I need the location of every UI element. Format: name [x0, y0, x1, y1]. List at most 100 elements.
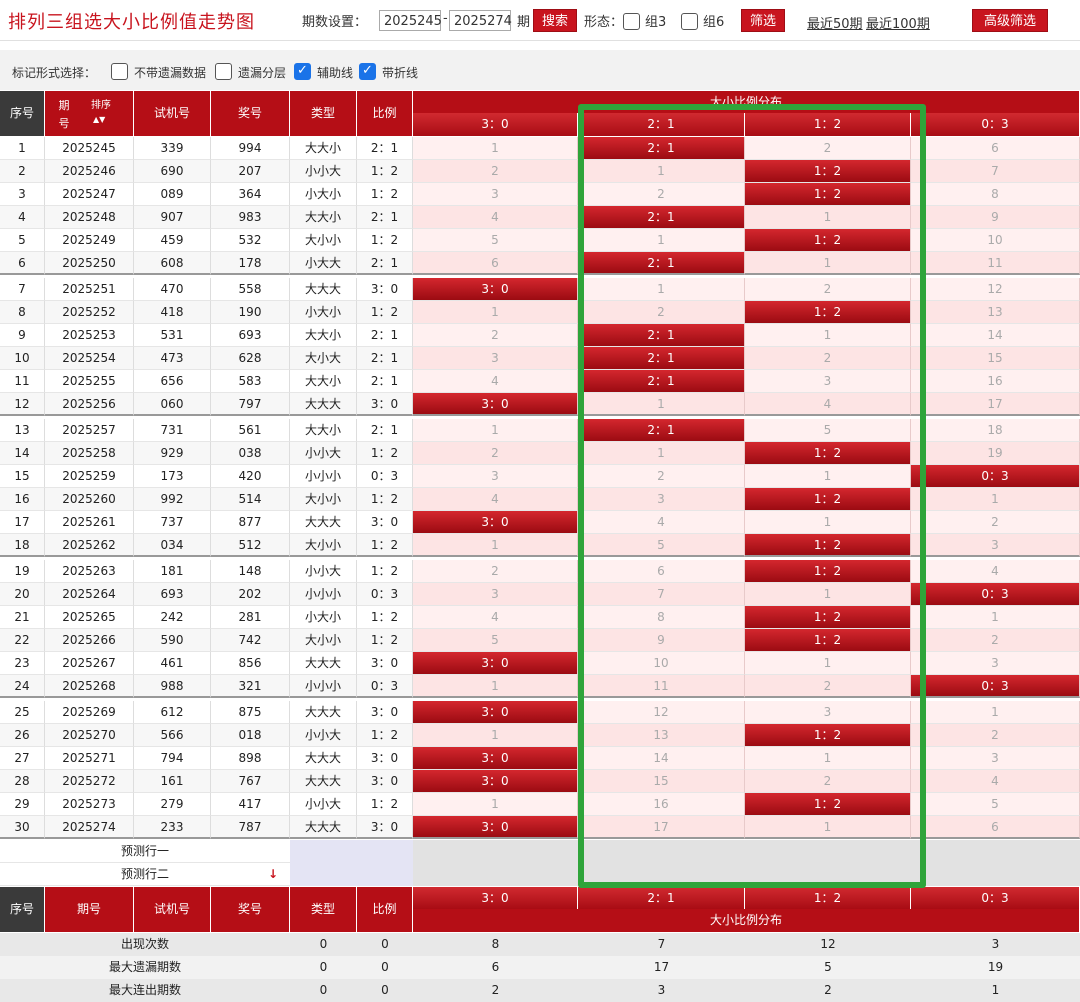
- recent-100-link[interactable]: 最近100期: [866, 13, 930, 32]
- ratio-hit-cell: 1：2: [745, 606, 911, 629]
- end-period-input[interactable]: 2025274: [449, 10, 512, 31]
- miss-count-cell: 5: [911, 793, 1080, 816]
- stat-value: 2: [745, 979, 911, 1002]
- prize-number-cell: 190: [211, 301, 290, 324]
- trial-number-cell: 566: [134, 724, 211, 747]
- miss-count-cell: 1: [745, 252, 911, 275]
- period-cell: 2025261: [45, 511, 134, 534]
- down-arrow-icon[interactable]: ↓: [268, 863, 278, 885]
- col-header-type: 类型: [290, 91, 357, 136]
- period-cell: 2025256: [45, 393, 134, 416]
- no-miss-data-checkbox[interactable]: [111, 63, 128, 80]
- miss-count-cell: 1: [745, 816, 911, 839]
- ratio-cell: 3：0: [357, 770, 413, 793]
- prize-number-cell: 207: [211, 160, 290, 183]
- miss-count-cell: 2: [911, 629, 1080, 652]
- prize-number-cell: 742: [211, 629, 290, 652]
- miss-layer-checkbox[interactable]: [215, 63, 232, 80]
- trial-number-cell: 173: [134, 465, 211, 488]
- ratio-hit-cell: 2：1: [578, 252, 745, 275]
- period-cell: 2025250: [45, 252, 134, 275]
- seq-cell: 27: [0, 747, 45, 770]
- search-button[interactable]: 搜索: [533, 9, 577, 32]
- miss-count-cell: 5: [578, 534, 745, 557]
- prize-number-cell: 532: [211, 229, 290, 252]
- ratio-hit-cell: 1：2: [745, 183, 911, 206]
- stat-value: 19: [911, 956, 1080, 979]
- stat-value: 5: [745, 956, 911, 979]
- miss-count-cell: 15: [911, 347, 1080, 370]
- sort-arrows-icon[interactable]: ▲▼: [93, 113, 105, 127]
- ratio-cell: 0：3: [357, 583, 413, 606]
- trial-number-cell: 060: [134, 393, 211, 416]
- seq-cell: 2: [0, 160, 45, 183]
- col-header-seq: 序号: [0, 91, 45, 136]
- col-header-period: 期号 排序 ▲▼: [45, 91, 134, 136]
- period-cell: 2025263: [45, 560, 134, 583]
- type-cell: 大小大: [290, 347, 357, 370]
- miss-count-cell: 2: [745, 278, 911, 301]
- seq-cell: 17: [0, 511, 45, 534]
- trial-number-cell: 242: [134, 606, 211, 629]
- recent-50-link[interactable]: 最近50期: [807, 13, 863, 32]
- miss-count-cell: 1: [578, 229, 745, 252]
- ratio-hit-cell: 1：2: [745, 793, 911, 816]
- miss-count-cell: 5: [413, 229, 578, 252]
- prize-number-cell: 558: [211, 278, 290, 301]
- group3-label: 组3: [645, 15, 667, 30]
- period-cell: 2025266: [45, 629, 134, 652]
- period-cell: 2025259: [45, 465, 134, 488]
- prize-number-cell: 514: [211, 488, 290, 511]
- predict-input-cell[interactable]: [290, 840, 413, 863]
- ratio-cell: 3：0: [357, 701, 413, 724]
- ratio-cell: 1：2: [357, 301, 413, 324]
- miss-count-cell: 3: [413, 183, 578, 206]
- form-label: 形态：: [584, 15, 624, 30]
- ratio-hit-cell: 1：2: [745, 724, 911, 747]
- group6-checkbox[interactable]: [681, 13, 698, 30]
- ratio-cell: 0：3: [357, 675, 413, 698]
- aux-line-checkbox[interactable]: [294, 63, 311, 80]
- period-cell: 2025251: [45, 278, 134, 301]
- type-cell: 大小小: [290, 629, 357, 652]
- col-header-trial: 试机号: [134, 91, 211, 136]
- period-cell: 2025252: [45, 301, 134, 324]
- miss-count-cell: 1: [578, 393, 745, 416]
- miss-count-cell: 1: [911, 488, 1080, 511]
- ratio-cell: 1：2: [357, 442, 413, 465]
- miss-count-cell: 3: [413, 583, 578, 606]
- polyline-checkbox[interactable]: [359, 63, 376, 80]
- seq-cell: 22: [0, 629, 45, 652]
- miss-count-cell: 18: [911, 419, 1080, 442]
- trial-number-cell: 737: [134, 511, 211, 534]
- predict-dist-area[interactable]: [413, 840, 1080, 863]
- predict-dist-area[interactable]: [413, 863, 1080, 886]
- start-period-input[interactable]: 2025245: [379, 10, 442, 31]
- seq-cell: 29: [0, 793, 45, 816]
- trial-number-cell: 089: [134, 183, 211, 206]
- trial-number-cell: 612: [134, 701, 211, 724]
- ratio-cell: 1：2: [357, 160, 413, 183]
- seq-cell: 6: [0, 252, 45, 275]
- trial-number-cell: 690: [134, 160, 211, 183]
- miss-count-cell: 6: [911, 137, 1080, 160]
- prize-number-cell: 178: [211, 252, 290, 275]
- ratio-cell: 1：2: [357, 793, 413, 816]
- miss-count-cell: 3: [745, 701, 911, 724]
- filter-button[interactable]: 筛选: [741, 9, 785, 32]
- miss-count-cell: 10: [911, 229, 1080, 252]
- ratio-cell: 2：1: [357, 419, 413, 442]
- type-cell: 小小大: [290, 793, 357, 816]
- predict-input-cell[interactable]: [290, 863, 413, 886]
- ratio-cell: 2：1: [357, 206, 413, 229]
- stat-value: 2: [413, 979, 578, 1002]
- miss-count-cell: 8: [911, 183, 1080, 206]
- footer-header-trial: 试机号: [134, 887, 211, 932]
- stat-value: 1: [911, 979, 1080, 1002]
- stat-value: 8: [413, 933, 578, 956]
- sort-button[interactable]: 排序: [91, 99, 111, 113]
- advanced-filter-button[interactable]: 高级筛选: [972, 9, 1048, 32]
- period-cell: 2025247: [45, 183, 134, 206]
- group3-checkbox[interactable]: [623, 13, 640, 30]
- miss-count-cell: 7: [578, 583, 745, 606]
